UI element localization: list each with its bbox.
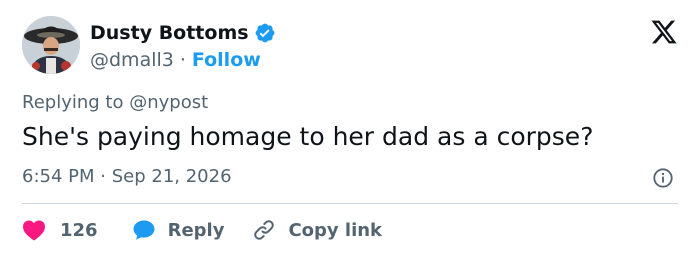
avatar[interactable] [22,16,80,74]
like-button[interactable]: 126 [22,219,98,241]
author-handle-row: @dmall3 · Follow [90,47,261,73]
avatar-image [22,16,80,74]
tweet-card: Dusty Bottoms @dmall3 · Follow Replying … [0,0,700,256]
reply-context: Replying to @nypost [22,92,208,113]
x-logo-icon[interactable] [650,18,678,46]
divider [22,203,678,204]
tweet-text: She's paying homage to her dad as a corp… [22,122,594,151]
tweet-time: 6:54 PM [22,166,95,187]
verified-badge-icon [254,22,276,44]
like-count: 126 [60,219,98,241]
reply-button[interactable]: Reply [132,218,225,242]
author-handle[interactable]: @dmall3 [90,49,174,71]
tweet-date: Sep 21, 2026 [111,166,232,187]
reply-label: Reply [167,219,225,241]
tweet-timestamp[interactable]: 6:54 PM · Sep 21, 2026 [22,166,232,187]
follow-button[interactable]: Follow [192,49,261,71]
info-icon[interactable] [652,167,674,189]
author-name-row: Dusty Bottoms [90,20,276,46]
reply-context-mention[interactable]: @nypost [129,92,208,113]
timestamp-separator: · [100,166,106,187]
reply-context-prefix: Replying to [22,92,124,113]
copy-link-label: Copy link [288,219,383,241]
link-icon [254,220,275,240]
speech-bubble-icon [133,220,155,240]
copy-link-button[interactable]: Copy link [252,218,382,242]
action-bar: 126 Reply Copy link [22,214,382,246]
heart-icon [23,220,45,241]
separator-dot: · [179,49,186,71]
author-display-name[interactable]: Dusty Bottoms [90,22,249,44]
